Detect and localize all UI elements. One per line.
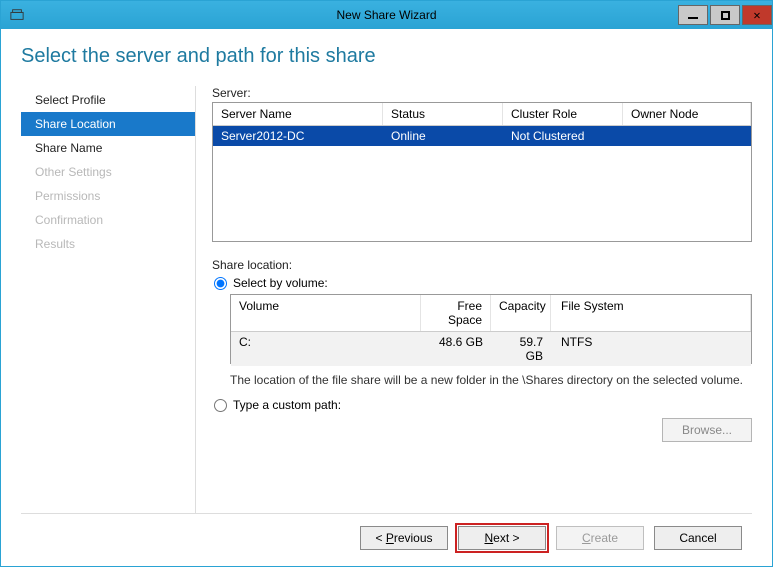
radio-custom-path[interactable] <box>214 399 227 412</box>
previous-button[interactable]: < Previous <box>360 526 448 550</box>
col-free-space[interactable]: Free Space <box>421 295 491 331</box>
col-owner-node[interactable]: Owner Node <box>623 103 751 125</box>
col-volume[interactable]: Volume <box>231 295 421 331</box>
cancel-button[interactable]: Cancel <box>654 526 742 550</box>
create-button: Create <box>556 526 644 550</box>
cell-status: Online <box>383 126 503 146</box>
col-status[interactable]: Status <box>383 103 503 125</box>
col-file-system[interactable]: File System <box>551 295 751 331</box>
titlebar: New Share Wizard ✕ <box>1 1 772 29</box>
radio-custom-path-label: Type a custom path: <box>233 398 341 412</box>
cell-cluster-role: Not Clustered <box>503 126 623 146</box>
step-permissions: Permissions <box>21 184 195 208</box>
body-split: Select Profile Share Location Share Name… <box>21 86 752 513</box>
share-location-section: Share location: Select by volume: Volume… <box>212 258 752 442</box>
next-button[interactable]: Next > <box>458 526 546 550</box>
step-share-location[interactable]: Share Location <box>21 112 195 136</box>
radio-volume-label: Select by volume: <box>233 276 328 290</box>
server-grid-header: Server Name Status Cluster Role Owner No… <box>213 103 751 126</box>
content-area: Select the server and path for this shar… <box>1 29 772 566</box>
volume-grid: Volume Free Space Capacity File System C… <box>230 294 752 364</box>
step-confirmation: Confirmation <box>21 208 195 232</box>
col-server-name[interactable]: Server Name <box>213 103 383 125</box>
option-select-by-volume[interactable]: Select by volume: <box>212 276 752 290</box>
page-title: Select the server and path for this shar… <box>21 45 752 68</box>
col-cluster-role[interactable]: Cluster Role <box>503 103 623 125</box>
window-title: New Share Wizard <box>1 8 772 22</box>
wizard-window: New Share Wizard ✕ Select the server and… <box>0 0 773 567</box>
volume-help-text: The location of the file share will be a… <box>230 372 752 388</box>
cell-free-space: 48.6 GB <box>421 332 491 366</box>
server-row[interactable]: Server2012-DC Online Not Clustered <box>213 126 751 146</box>
step-other-settings: Other Settings <box>21 160 195 184</box>
step-results: Results <box>21 232 195 256</box>
option-custom-path[interactable]: Type a custom path: <box>212 398 752 412</box>
browse-button: Browse... <box>662 418 752 442</box>
step-select-profile[interactable]: Select Profile <box>21 88 195 112</box>
footer-buttons: < Previous Next > Create Cancel <box>21 513 752 556</box>
share-location-label: Share location: <box>212 258 752 272</box>
volume-row[interactable]: C: 48.6 GB 59.7 GB NTFS <box>231 332 751 366</box>
wizard-steps: Select Profile Share Location Share Name… <box>21 86 196 513</box>
col-capacity[interactable]: Capacity <box>491 295 551 331</box>
cell-file-system: NTFS <box>551 332 751 366</box>
server-label: Server: <box>212 86 752 100</box>
step-share-name[interactable]: Share Name <box>21 136 195 160</box>
volume-grid-header: Volume Free Space Capacity File System <box>231 295 751 332</box>
server-grid: Server Name Status Cluster Role Owner No… <box>212 102 752 242</box>
custom-path-row: Browse... <box>230 418 752 442</box>
radio-volume[interactable] <box>214 277 227 290</box>
cell-server-name: Server2012-DC <box>213 126 383 146</box>
main-panel: Server: Server Name Status Cluster Role … <box>196 86 752 513</box>
cell-capacity: 59.7 GB <box>491 332 551 366</box>
cell-owner-node <box>623 126 751 146</box>
cell-volume: C: <box>231 332 421 366</box>
